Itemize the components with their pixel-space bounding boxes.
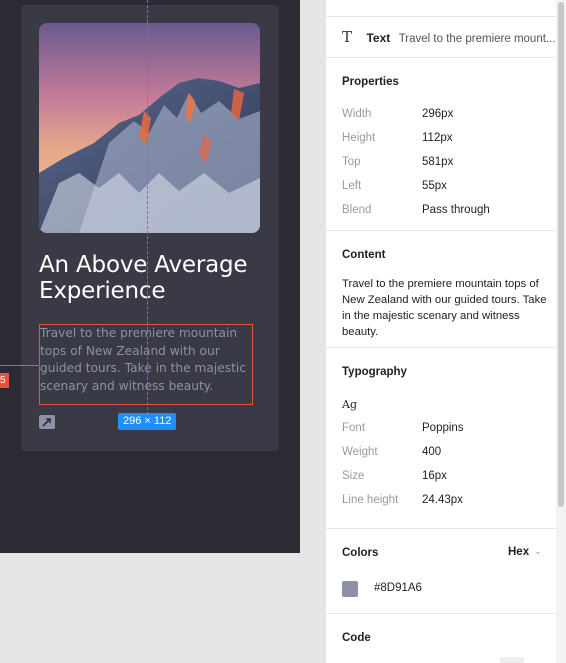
- prop-value-top[interactable]: 581px: [422, 156, 453, 168]
- design-canvas[interactable]: An Above Average Experience Travel to th…: [0, 0, 300, 553]
- properties-title: Properties: [342, 76, 399, 88]
- prop-label-line-height: Line height: [342, 494, 399, 506]
- distance-guide: [0, 365, 39, 366]
- prop-value-size[interactable]: 16px: [422, 470, 447, 482]
- code-title: Code: [342, 632, 371, 644]
- prop-label-font: Font: [342, 422, 366, 434]
- distance-badge: 5: [0, 373, 9, 388]
- prop-label-top: Top: [342, 156, 361, 168]
- layer-type: Text: [366, 31, 391, 45]
- selection-box: [39, 324, 253, 405]
- layer-header: T Text Travel to the premiere mount...: [342, 28, 556, 46]
- prop-label-height: Height: [342, 132, 376, 144]
- prop-label-width: Width: [342, 108, 372, 120]
- content-title: Content: [342, 249, 386, 261]
- mountain-image[interactable]: [39, 23, 260, 233]
- chevron-down-icon[interactable]: ⌄: [534, 546, 542, 557]
- prop-value-width[interactable]: 296px: [422, 108, 453, 120]
- scrollbar-thumb[interactable]: [558, 2, 564, 507]
- divider: [326, 347, 556, 348]
- prop-label-left: Left: [342, 180, 362, 192]
- colors-title: Colors: [342, 547, 379, 559]
- divider: [326, 613, 556, 614]
- content-text[interactable]: Travel to the premiere mountain tops of …: [342, 276, 552, 340]
- size-badge: 296 × 112: [118, 413, 177, 430]
- vertical-guide: [147, 0, 148, 430]
- prop-value-weight[interactable]: 400: [422, 446, 441, 458]
- prop-value-height[interactable]: 112px: [422, 132, 452, 144]
- color-format-select[interactable]: Hex: [508, 546, 529, 558]
- divider: [326, 528, 556, 529]
- prop-label-size: Size: [342, 470, 365, 482]
- color-hex-value[interactable]: #8D91A6: [374, 582, 422, 594]
- divider: [326, 230, 556, 231]
- divider: [326, 16, 556, 17]
- code-copy-button[interactable]: [500, 657, 524, 663]
- typography-title: Typography: [342, 366, 407, 378]
- divider: [326, 57, 556, 58]
- font-sample: Ag: [342, 398, 357, 411]
- layer-name: Travel to the premiere mount...: [398, 33, 556, 45]
- inspector-panel: T Text Travel to the premiere mount... P…: [326, 0, 556, 663]
- prop-value-left[interactable]: 55px: [422, 180, 447, 192]
- prop-label-blend: Blend: [342, 204, 372, 216]
- prop-value-blend[interactable]: Pass through: [422, 204, 490, 216]
- prop-value-font[interactable]: Poppins: [422, 422, 464, 434]
- card-heading[interactable]: An Above Average Experience: [39, 252, 269, 304]
- color-swatch[interactable]: [342, 581, 358, 597]
- prop-label-weight: Weight: [342, 446, 378, 458]
- text-icon: T: [342, 28, 353, 46]
- expand-icon[interactable]: [39, 415, 55, 429]
- prop-value-line-height[interactable]: 24.43px: [422, 494, 463, 506]
